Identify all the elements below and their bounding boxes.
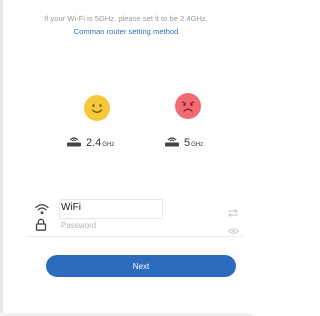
password-row	[27, 214, 243, 236]
band-5ghz: 5 GHz	[164, 136, 203, 150]
band-2-4ghz: 2.4 GHz	[66, 136, 114, 150]
band-2-4-unit: GHz	[102, 141, 115, 148]
band-5-number: 5	[184, 137, 191, 149]
smiley-sad-icon	[175, 93, 201, 119]
left-edge	[0, 0, 3, 316]
router-icon	[66, 134, 82, 152]
next-button[interactable]: Next	[46, 255, 236, 277]
password-input[interactable]	[61, 218, 201, 232]
password-divider	[27, 236, 243, 237]
band-hint-text: If your Wi-Fi is 5GHz, please set it to …	[44, 14, 208, 23]
lock-icon	[35, 218, 47, 236]
band-5-unit: GHz	[191, 141, 204, 148]
wifi-ssid-value: WiFi	[61, 202, 81, 213]
router-setting-link[interactable]: Comman router setting method	[0, 27, 252, 36]
router-icon	[164, 134, 180, 152]
band-2-4-number: 2.4	[86, 137, 102, 149]
smiley-happy-icon	[84, 95, 110, 121]
